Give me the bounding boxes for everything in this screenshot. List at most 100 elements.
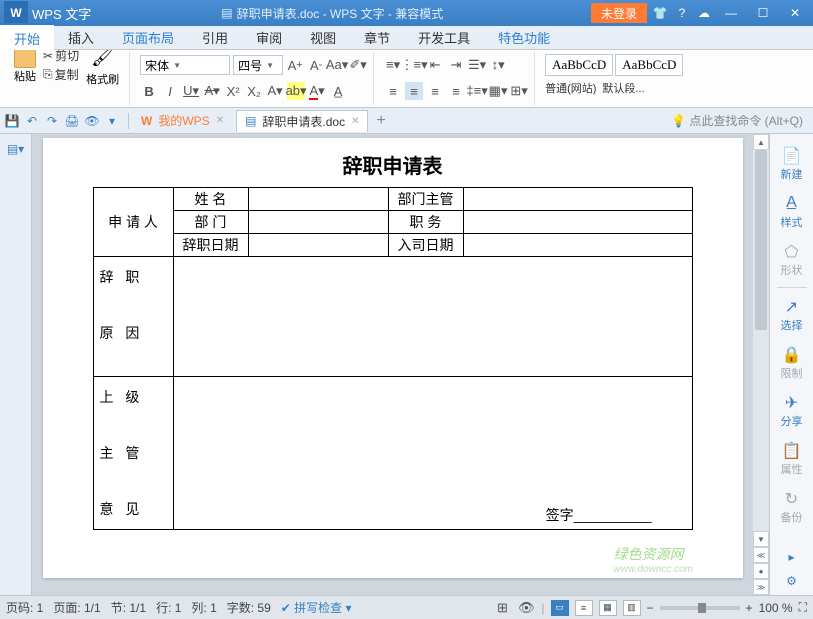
font-color-button[interactable]: A▾ xyxy=(308,82,326,100)
field-dept[interactable] xyxy=(248,211,388,234)
eye-care-icon[interactable]: 👁 xyxy=(517,599,535,617)
superscript-button[interactable]: X² xyxy=(224,82,242,100)
tab-mywps[interactable]: W 我的WPS ✕ xyxy=(133,110,232,132)
phonetic-button[interactable]: A̲ xyxy=(329,82,347,100)
close-icon[interactable]: ✕ xyxy=(351,116,359,127)
print-preview-icon[interactable]: 👁 xyxy=(84,113,100,129)
field-name[interactable] xyxy=(248,188,388,211)
status-words[interactable]: 字数: 59 xyxy=(227,599,271,616)
redo-icon[interactable]: ↷ xyxy=(44,113,60,129)
rp-shapes[interactable]: ⬠形状 xyxy=(772,236,812,284)
copy-button[interactable]: ⎘复制 xyxy=(43,66,79,83)
minimize-button[interactable]: — xyxy=(719,3,743,23)
clear-format-icon[interactable]: ✐▾ xyxy=(349,56,367,74)
font-size-dropdown[interactable]: 四号▼ xyxy=(233,55,283,75)
view-print-layout[interactable]: ▭ xyxy=(551,600,569,616)
feedback-icon[interactable]: ☁ xyxy=(697,6,711,20)
status-col[interactable]: 列: 1 xyxy=(191,599,216,616)
scroll-down-icon[interactable]: ▼ xyxy=(753,531,769,547)
zoom-value[interactable]: 100 % xyxy=(759,601,793,615)
rp-share[interactable]: ✈分享 xyxy=(772,387,812,435)
field-reason[interactable] xyxy=(173,257,692,377)
find-command-hint[interactable]: 💡 点此查找命令 (Alt+Q) xyxy=(671,112,803,129)
tab-pagelayout[interactable]: 页面布局 xyxy=(108,24,188,51)
style-preview-2[interactable]: AaBbCcD xyxy=(615,54,683,76)
underline-button[interactable]: U▾ xyxy=(182,82,200,100)
document-area[interactable]: 辞职申请表 申 请 人 姓 名 部门主管 部 门 职 务 辞职日期 xyxy=(32,134,753,595)
indent-inc-button[interactable]: ⇥ xyxy=(447,56,465,74)
shrink-font-icon[interactable]: A- xyxy=(307,56,325,74)
undo-icon[interactable]: ↶ xyxy=(24,113,40,129)
zoom-out-button[interactable]: − xyxy=(647,601,654,615)
status-line[interactable]: 行: 1 xyxy=(156,599,181,616)
shading-button[interactable]: ▦▾ xyxy=(489,82,507,100)
rp-restrict[interactable]: 🔒限制 xyxy=(772,339,812,387)
view-web[interactable]: ▦ xyxy=(599,600,617,616)
font-effect-button[interactable]: A▾ xyxy=(266,82,284,100)
highlight-button[interactable]: ab▾ xyxy=(287,82,305,100)
change-case-icon[interactable]: Aa▾ xyxy=(328,56,346,74)
scroll-up-icon[interactable]: ▲ xyxy=(753,134,769,150)
style-name-2[interactable]: 默认段... xyxy=(602,80,644,96)
tab-review[interactable]: 审阅 xyxy=(242,24,296,51)
login-button[interactable]: 未登录 xyxy=(591,3,647,23)
prev-page-icon[interactable]: ≪ xyxy=(753,547,769,563)
rp-properties[interactable]: 📋属性 xyxy=(772,435,812,483)
view-outline[interactable]: ≡ xyxy=(575,600,593,616)
borders-button[interactable]: ⊞▾ xyxy=(510,82,528,100)
add-tab-button[interactable]: + xyxy=(368,112,393,130)
tab-devtools[interactable]: 开发工具 xyxy=(404,24,484,51)
italic-button[interactable]: I xyxy=(161,82,179,100)
print-icon[interactable]: 🖨 xyxy=(64,113,80,129)
vertical-scrollbar[interactable]: ▲ ▼ ≪ ● ≫ xyxy=(753,134,769,595)
rp-select[interactable]: ↗选择 xyxy=(772,291,812,339)
scrollbar-thumb[interactable] xyxy=(755,150,767,330)
subscript-button[interactable]: X₂ xyxy=(245,82,263,100)
align-justify-button[interactable]: ≡ xyxy=(447,82,465,100)
shirt-icon[interactable]: 👕 xyxy=(653,6,667,20)
rp-styles[interactable]: A̲样式 xyxy=(772,188,812,236)
view-reading[interactable]: ▥ xyxy=(623,600,641,616)
bullets-button[interactable]: ≡▾ xyxy=(384,56,402,74)
tab-insert[interactable]: 插入 xyxy=(54,24,108,51)
rp-collapse-icon[interactable]: ▸ xyxy=(778,547,806,567)
info-icon[interactable]: ? xyxy=(675,6,689,20)
tab-special[interactable]: 特色功能 xyxy=(484,24,564,51)
field-position[interactable] xyxy=(463,211,692,234)
field-resign-date[interactable] xyxy=(248,234,388,257)
paste-button[interactable]: 粘贴 xyxy=(10,50,40,91)
select-browse-icon[interactable]: ● xyxy=(753,563,769,579)
tab-reference[interactable]: 引用 xyxy=(188,24,242,51)
grow-font-icon[interactable]: A+ xyxy=(286,56,304,74)
status-page-num[interactable]: 页码: 1 xyxy=(6,599,43,616)
indent-dec-button[interactable]: ⇤ xyxy=(426,56,444,74)
maximize-button[interactable]: ☐ xyxy=(751,3,775,23)
align-left-button[interactable]: ≡ xyxy=(384,82,402,100)
tab-start[interactable]: 开始 xyxy=(0,23,54,52)
fullscreen-icon[interactable]: ⛶ xyxy=(799,600,807,615)
field-opinion[interactable]: 签字__________ xyxy=(173,377,692,530)
zoom-in-button[interactable]: + xyxy=(746,601,753,615)
save-icon[interactable]: 💾 xyxy=(4,113,20,129)
rp-settings-icon[interactable]: ⚙ xyxy=(778,571,806,591)
style-name-1[interactable]: 普通(网站) xyxy=(545,80,596,96)
zoom-slider[interactable] xyxy=(660,606,740,610)
field-dept-head[interactable] xyxy=(463,188,692,211)
tab-document[interactable]: ▤ 辞职申请表.doc ✕ xyxy=(236,110,368,132)
navigation-pane-icon[interactable]: ▤▾ xyxy=(6,140,26,158)
next-page-icon[interactable]: ≫ xyxy=(753,579,769,595)
line-spacing-button[interactable]: ‡≡▾ xyxy=(468,82,486,100)
rp-backup[interactable]: ↻备份 xyxy=(772,483,812,531)
style-preview-1[interactable]: AaBbCcD xyxy=(545,54,613,76)
tab-chapter[interactable]: 章节 xyxy=(350,24,404,51)
text-direction-button[interactable]: ☰▾ xyxy=(468,56,486,74)
align-center-button[interactable]: ≡ xyxy=(405,82,423,100)
status-section[interactable]: 节: 1/1 xyxy=(111,599,146,616)
close-icon[interactable]: ✕ xyxy=(216,115,224,126)
font-family-dropdown[interactable]: 宋体▼ xyxy=(140,55,230,75)
doc-map-icon[interactable]: ⊞ xyxy=(493,599,511,617)
qat-more-icon[interactable]: ▾ xyxy=(104,113,120,129)
numbering-button[interactable]: ⋮≡▾ xyxy=(405,56,423,74)
field-join-date[interactable] xyxy=(463,234,692,257)
strike-button[interactable]: A▾ xyxy=(203,82,221,100)
